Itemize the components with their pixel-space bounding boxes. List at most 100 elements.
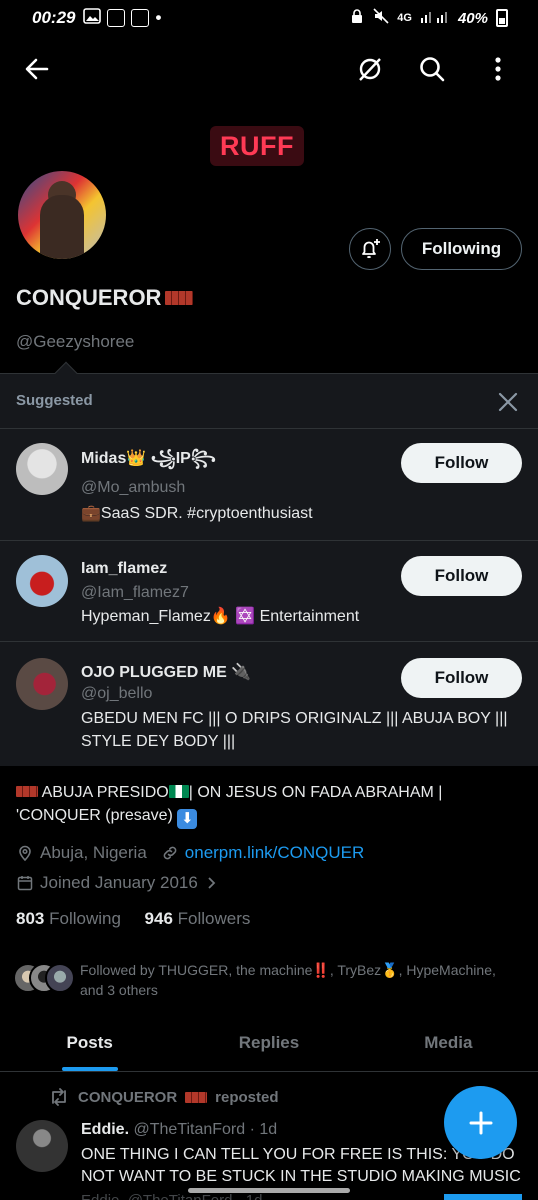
suggested-handle: @Iam_flamez7 (81, 584, 189, 601)
joined-row[interactable]: Joined January 2016 (16, 873, 218, 893)
suggested-name: Iam_flamez (81, 560, 168, 577)
link-icon (163, 846, 177, 860)
suggested-panel: Suggested Midas👑 ꧁IP꧂ @Mo_ambush 💼SaaS S… (0, 373, 538, 766)
signal-icon (420, 8, 450, 28)
followers-count-link[interactable]: 946 Followers (145, 909, 251, 928)
followers-label: Followers (177, 909, 251, 928)
followed-by-avatars[interactable] (13, 963, 75, 995)
profile-handle: @Geezyshoree (16, 332, 135, 351)
close-icon (498, 392, 518, 412)
search-button[interactable] (412, 49, 452, 89)
suggested-user[interactable]: Midas👑 ꧁IP꧂ @Mo_ambush 💼SaaS SDR. #crypt… (0, 428, 538, 540)
next-post-preview: Eddie. @TheTitanFord · 1d (81, 1192, 262, 1200)
clock: 00:29 (32, 8, 76, 27)
following-count: 803 (16, 909, 45, 928)
suggested-avatar[interactable] (16, 443, 68, 495)
more-vertical-icon (495, 57, 501, 81)
location-text: Abuja, Nigeria (40, 843, 147, 862)
following-button[interactable]: Following (401, 228, 522, 270)
battery-icon (496, 9, 508, 27)
repost-icon (52, 1088, 66, 1106)
follow-button[interactable]: Follow (401, 443, 522, 483)
grok-icon (359, 58, 381, 81)
post-author[interactable]: Eddie. (81, 1121, 129, 1138)
post-header: Eddie. @TheTitanFord · 1d (81, 1121, 277, 1139)
follow-button[interactable]: Follow (401, 556, 522, 596)
suggested-user[interactable]: OJO PLUGGED ME 🔌 @oj_bello GBEDU MEN FC … (0, 641, 538, 767)
chevron-right-icon (208, 877, 216, 889)
follow-button[interactable]: Follow (401, 658, 522, 698)
brick-icon (16, 786, 38, 797)
compose-button[interactable] (444, 1086, 517, 1159)
follow-counts: 803 Following 946 Followers (16, 909, 250, 929)
grok-button[interactable] (350, 49, 390, 89)
bio-text-2: 'CONQUER (presave) (16, 807, 178, 824)
tab-media[interactable]: Media (359, 1014, 538, 1071)
top-bar (0, 44, 538, 94)
post-text[interactable]: ONE THING I CAN TELL YOU FOR FREE IS THI… (81, 1144, 521, 1188)
banner-label: RUFF (210, 126, 304, 166)
profile-meta: Abuja, Nigeria onerpm.link/CONQUER (16, 843, 364, 863)
bio-text-1b: | ON JESUS ON FADA ABRAHAM | (188, 784, 443, 801)
post-handle: @TheTitanFord (133, 1121, 246, 1138)
post-avatar[interactable] (16, 1120, 68, 1172)
mute-icon (373, 8, 389, 28)
dot-icon: • (155, 8, 162, 27)
search-icon (420, 57, 445, 82)
profile-name: CONQUEROR (16, 285, 194, 311)
followed-by-text[interactable]: Followed by THUGGER, the machine‼️, TryB… (80, 960, 520, 1000)
nigeria-flag-icon (168, 785, 189, 798)
more-button[interactable] (478, 49, 518, 89)
suggested-bio: Hypeman_Flamez🔥 ✡️ Entertainment (81, 608, 360, 625)
tab-replies[interactable]: Replies (179, 1014, 358, 1071)
suggested-handle: @Mo_ambush (81, 479, 186, 496)
back-button[interactable] (17, 49, 57, 89)
repost-user[interactable]: CONQUEROR (78, 1089, 177, 1106)
home-indicator[interactable] (188, 1188, 350, 1193)
status-bar: 00:29 • 4G 40% (0, 0, 538, 36)
down-arrow-icon: ⬇ (177, 809, 198, 829)
notifications-button[interactable] (349, 228, 391, 270)
bible-app-icon (107, 9, 126, 27)
suggested-title: Suggested (16, 392, 93, 409)
profile-tabs: Posts Replies Media (0, 1014, 538, 1072)
bio-text-1: ABUJA PRESIDO (38, 784, 169, 801)
repost-suffix: reposted (215, 1088, 279, 1106)
avatar-figure-shape (40, 195, 84, 259)
following-count-link[interactable]: 803 Following (16, 909, 121, 928)
profile-bio: ABUJA PRESIDO | ON JESUS ON FADA ABRAHAM … (16, 781, 522, 829)
suggested-name: OJO PLUGGED ME 🔌 (81, 664, 252, 681)
next-post-media-strip (444, 1194, 522, 1200)
following-label: Following (49, 909, 121, 928)
followers-count: 946 (144, 909, 173, 928)
profile-name-text: CONQUEROR (16, 285, 162, 310)
notification-icons: • (83, 7, 161, 30)
dismiss-suggested-button[interactable] (492, 386, 524, 418)
battery-level: 40% (457, 9, 488, 27)
repost-indicator: CONQUEROR reposted (48, 1088, 279, 1106)
suggested-bio: 💼SaaS SDR. #cryptoenthusiast (81, 505, 313, 522)
profile-link[interactable]: onerpm.link/CONQUER (185, 843, 365, 863)
gallery-icon (83, 7, 102, 30)
lock-icon (349, 8, 365, 28)
network-type: 4G (397, 12, 412, 24)
suggested-name: Midas👑 ꧁IP꧂ (81, 450, 216, 467)
suggested-user[interactable]: Iam_flamez @Iam_flamez7 Hypeman_Flamez🔥 … (0, 540, 538, 641)
tab-posts[interactable]: Posts (0, 1014, 179, 1071)
suggested-bio: GBEDU MEN FC ||| O DRIPS ORIGINALZ ||| A… (81, 710, 508, 750)
brick-icon (165, 291, 194, 305)
profile-avatar[interactable] (15, 168, 109, 262)
follower-avatar (45, 963, 75, 993)
location-pin-icon (19, 845, 31, 862)
bible-app-icon-2 (131, 9, 150, 27)
bell-plus-icon (362, 239, 380, 259)
post-age: · 1d (249, 1121, 278, 1138)
suggested-handle: @oj_bello (81, 685, 153, 702)
brick-icon (185, 1091, 208, 1103)
plus-icon (469, 1111, 492, 1134)
calendar-icon (17, 876, 33, 891)
suggested-avatar[interactable] (16, 555, 68, 607)
joined-text: Joined January 2016 (40, 873, 198, 892)
arrow-left-icon (25, 58, 49, 80)
suggested-avatar[interactable] (16, 658, 68, 710)
